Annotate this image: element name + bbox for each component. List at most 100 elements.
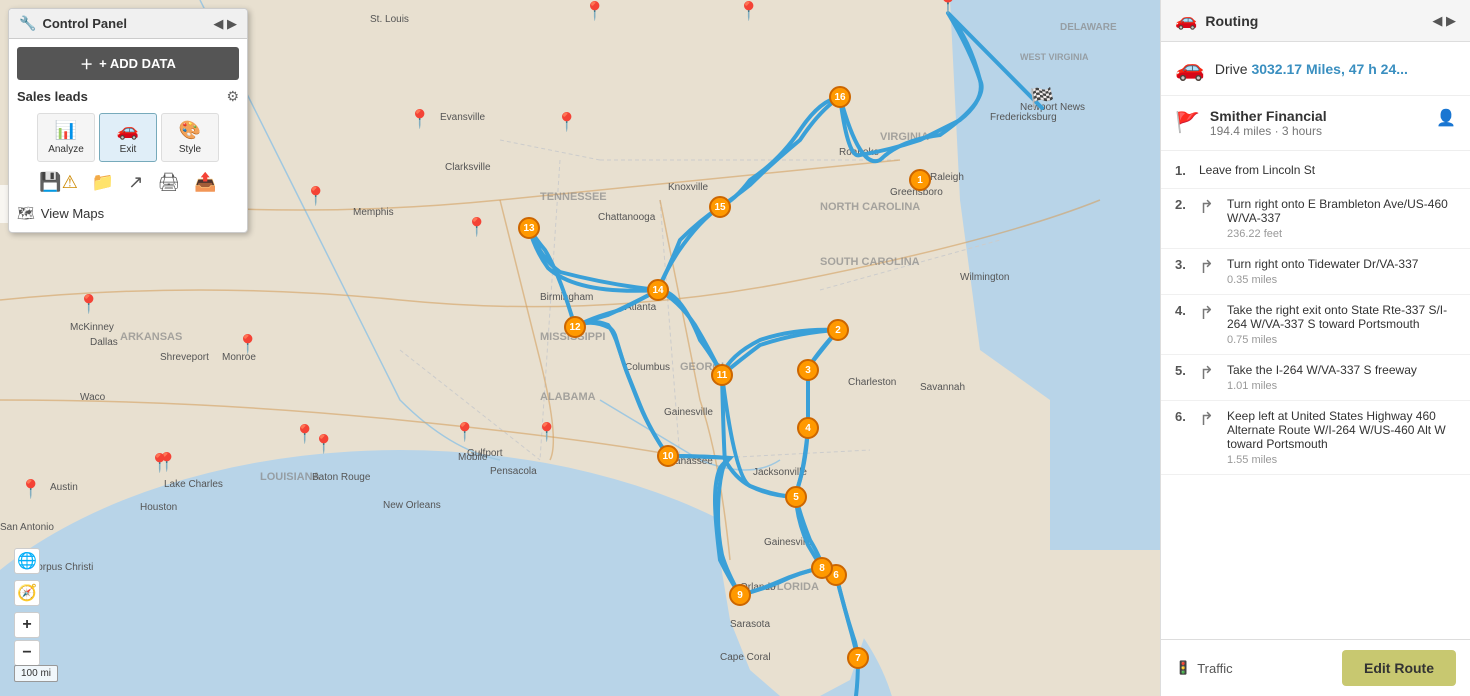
step-dist-4: 0.75 miles: [1227, 334, 1456, 346]
route-marker-8[interactable]: 8: [811, 557, 833, 579]
traffic-button[interactable]: 🚦 Traffic: [1175, 660, 1233, 676]
route-marker-1[interactable]: 1: [909, 169, 931, 191]
globe-icon[interactable]: 🌐: [14, 548, 40, 574]
svg-text:ARKANSAS: ARKANSAS: [120, 331, 182, 343]
route-marker-16[interactable]: 16: [829, 86, 851, 108]
route-marker-11[interactable]: 11: [711, 364, 733, 386]
step-num-6: 6.: [1175, 409, 1191, 424]
cp-nav-arrows[interactable]: ◀ ▶: [213, 16, 237, 32]
exit-icon: 🚗: [117, 120, 139, 141]
svg-text:DELAWARE: DELAWARE: [1060, 22, 1117, 33]
svg-text:Raleigh: Raleigh: [930, 172, 964, 183]
routing-header-left: 🚗 Routing: [1175, 10, 1258, 31]
svg-text:🏁: 🏁: [1030, 86, 1055, 110]
route-marker-2[interactable]: 2: [827, 319, 849, 341]
compass-icon[interactable]: 🧭: [14, 580, 40, 606]
red-pin: 📍: [466, 217, 488, 238]
plus-icon: ＋: [80, 54, 93, 73]
flag-icon: 🚩: [1175, 110, 1200, 135]
svg-text:Columbus: Columbus: [625, 362, 670, 373]
print-icon[interactable]: 🖨: [153, 170, 184, 195]
style-tool[interactable]: 🎨 Style: [161, 113, 219, 162]
step-list: 1. Leave from Lincoln St 2. ↱ Turn right…: [1161, 151, 1470, 479]
svg-text:Savannah: Savannah: [920, 382, 965, 393]
svg-text:Shreveport: Shreveport: [160, 352, 209, 363]
step-arrow-3: ↱: [1199, 257, 1219, 278]
route-marker-15[interactable]: 15: [709, 196, 731, 218]
routing-title: Routing: [1205, 13, 1258, 29]
step-item-5: 5. ↱ Take the I-264 W/VA-337 S freeway 1…: [1161, 355, 1470, 401]
sales-leads-row: Sales leads ⚙: [17, 88, 239, 105]
red-pin: 📍: [409, 109, 431, 130]
svg-text:Wilmington: Wilmington: [960, 272, 1009, 283]
step-num-5: 5.: [1175, 363, 1191, 378]
svg-text:Knoxville: Knoxville: [668, 182, 708, 193]
step-num-2: 2.: [1175, 197, 1191, 212]
routing-footer: 🚦 Traffic Edit Route: [1161, 639, 1470, 696]
step-arrow-6: ↱: [1199, 409, 1219, 430]
map-container[interactable]: ARKANSAS TENNESSEE MISSISSIPPI ALABAMA G…: [0, 0, 1160, 696]
svg-text:Houston: Houston: [140, 502, 177, 513]
step-dist-5: 1.01 miles: [1227, 380, 1456, 392]
cp-header-left: 🔧 Control Panel: [19, 15, 127, 32]
red-pin: 📍: [305, 186, 327, 207]
step-dist-3: 0.35 miles: [1227, 274, 1456, 286]
cp-actions: 💾⚠ 📁 ↗ 🖨 📤: [17, 170, 239, 195]
route-marker-4[interactable]: 4: [797, 417, 819, 439]
analyze-tool[interactable]: 📊 Analyze: [37, 113, 95, 162]
red-pin: 📍: [237, 334, 259, 355]
route-marker-12[interactable]: 12: [564, 316, 586, 338]
red-pin: 📍: [313, 434, 335, 455]
gear-icon[interactable]: ⚙: [226, 88, 239, 105]
map-small-icon: 🗺: [17, 205, 35, 222]
route-marker-7[interactable]: 7: [847, 647, 869, 669]
zoom-in-button[interactable]: +: [14, 612, 40, 638]
svg-text:Fredericksburg: Fredericksburg: [990, 112, 1057, 123]
svg-text:Cape Coral: Cape Coral: [720, 652, 771, 663]
step-arrow-2: ↱: [1199, 197, 1219, 218]
exit-label: Exit: [120, 144, 137, 155]
zoom-out-button[interactable]: −: [14, 640, 40, 666]
route-marker-5[interactable]: 5: [785, 486, 807, 508]
step-text-3: Turn right onto Tidewater Dr/VA-337 0.35…: [1227, 257, 1456, 286]
step-text-1: Leave from Lincoln St: [1199, 163, 1456, 180]
routing-drive: 🚗 Drive 3032.17 Miles, 47 h 24...: [1161, 42, 1470, 96]
save-warning-icon[interactable]: 💾⚠: [35, 170, 82, 195]
folder-icon[interactable]: 📁: [88, 170, 118, 195]
sales-leads-label: Sales leads: [17, 89, 88, 104]
svg-text:Lake Charles: Lake Charles: [164, 479, 223, 490]
add-data-label: + ADD DATA: [99, 56, 176, 71]
route-marker-3[interactable]: 3: [797, 359, 819, 381]
route-marker-10[interactable]: 10: [657, 445, 679, 467]
step-text-5: Take the I-264 W/VA-337 S freeway 1.01 m…: [1227, 363, 1456, 392]
route-marker-9[interactable]: 9: [729, 584, 751, 606]
dest-name: Smither Financial: [1210, 108, 1327, 124]
svg-text:Memphis: Memphis: [353, 207, 394, 218]
svg-text:Dallas: Dallas: [90, 337, 118, 348]
route-marker-13[interactable]: 13: [518, 217, 540, 239]
exit-tool[interactable]: 🚗 Exit: [99, 113, 157, 162]
drive-hours: 47 h 24...: [1349, 61, 1408, 77]
wrench-icon: 🔧: [19, 15, 36, 32]
routing-header: 🚗 Routing ◀ ▶: [1161, 0, 1470, 42]
step-item-3: 3. ↱ Turn right onto Tidewater Dr/VA-337…: [1161, 249, 1470, 295]
cp-title: Control Panel: [42, 16, 127, 31]
svg-text:TENNESSEE: TENNESSEE: [540, 191, 607, 203]
share-icon[interactable]: ↗: [124, 170, 147, 195]
red-pin: 📍: [78, 294, 100, 315]
svg-text:San Antonio: San Antonio: [0, 522, 54, 533]
route-marker-14[interactable]: 14: [647, 279, 669, 301]
analyze-icon: 📊: [55, 120, 77, 141]
export-icon[interactable]: 📤: [190, 170, 220, 195]
routing-nav-arrows[interactable]: ◀ ▶: [1432, 13, 1456, 29]
add-data-button[interactable]: ＋ + ADD DATA: [17, 47, 239, 80]
view-maps-row[interactable]: 🗺 View Maps: [17, 203, 239, 224]
step-item-4: 4. ↱ Take the right exit onto State Rte-…: [1161, 295, 1470, 355]
edit-route-button[interactable]: Edit Route: [1342, 650, 1456, 686]
drive-miles: 3032.17 Miles,: [1251, 61, 1344, 77]
step-num-1: 1.: [1175, 163, 1191, 178]
traffic-icon: 🚦: [1175, 660, 1191, 676]
red-pin: 📍: [20, 479, 42, 500]
routing-content[interactable]: 🚩 Smither Financial 194.4 miles · 3 hour…: [1161, 96, 1470, 639]
user-icon[interactable]: 👤: [1436, 108, 1456, 128]
